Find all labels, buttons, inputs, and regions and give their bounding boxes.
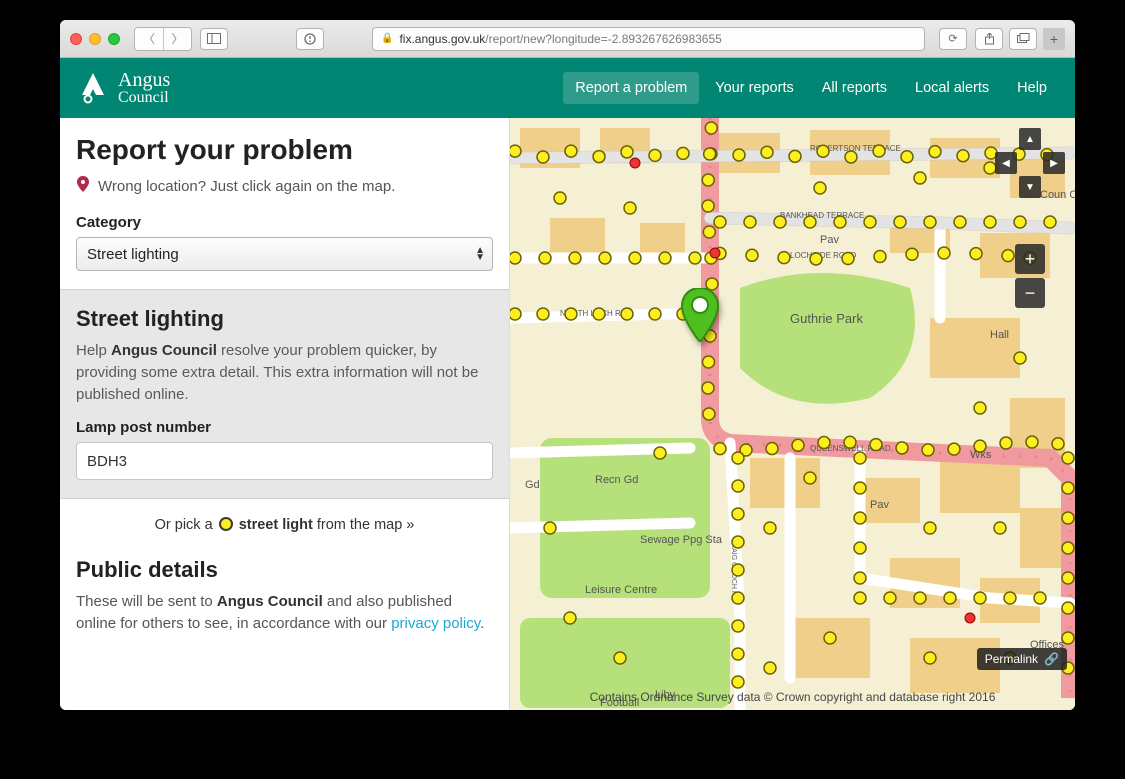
svg-text:Recn Gd: Recn Gd — [595, 474, 638, 486]
pin-icon — [76, 176, 90, 196]
svg-text:Leisure Centre: Leisure Centre — [585, 584, 657, 596]
back-forward-group: 〈 〉 — [134, 27, 192, 51]
share-button[interactable] — [975, 28, 1003, 50]
category-detail-heading: Street lighting — [76, 306, 493, 332]
url-host: fix.angus.gov.uk/report/new?longitude=-2… — [399, 32, 721, 46]
site-logo[interactable]: Angus Council — [76, 70, 170, 106]
category-detail-text: Help Angus Council resolve your problem … — [76, 340, 493, 405]
map-canvas: Guthrie Park Pav Pav Hall Wks Recn Gd Se… — [510, 58, 1075, 710]
pan-up-button[interactable]: ▲ — [1019, 128, 1041, 150]
nav-your-reports[interactable]: Your reports — [703, 72, 805, 104]
svg-text:BANKHEAD TERRACE: BANKHEAD TERRACE — [780, 211, 864, 220]
pick-from-map-hint: Or pick a street light from the map » — [76, 499, 493, 541]
streetlight-dot-icon — [219, 517, 233, 531]
svg-text:Gd: Gd — [525, 479, 540, 491]
map-controls: ▲ ▼ ◀ ▶ + − — [995, 128, 1065, 308]
main-nav: Report a problem Your reports All report… — [563, 72, 1059, 104]
site-header: Angus Council Report a problem Your repo… — [60, 58, 1075, 118]
category-detail-section: Street lighting Help Angus Council resol… — [60, 289, 509, 499]
browser-window: 〈 〉 🔒 fix.angus.gov.uk/report/new?longit… — [60, 20, 1075, 710]
reader-button[interactable] — [296, 28, 324, 50]
logo-icon — [76, 71, 110, 105]
svg-text:Guthrie Park: Guthrie Park — [790, 311, 863, 326]
lock-icon: 🔒 — [381, 33, 393, 44]
privacy-policy-link[interactable]: privacy policy — [391, 615, 480, 632]
page-title: Report your problem — [76, 134, 493, 166]
nav-report-problem[interactable]: Report a problem — [563, 72, 699, 104]
svg-text:Sewage Ppg Sta: Sewage Ppg Sta — [640, 534, 723, 546]
public-details-heading: Public details — [76, 557, 493, 583]
nav-help[interactable]: Help — [1005, 72, 1059, 104]
map-attribution: Contains Ordnance Survey data © Crown co… — [510, 690, 1075, 704]
zoom-out-button[interactable]: − — [1015, 278, 1045, 308]
page-content: Angus Council Report a problem Your repo… — [60, 58, 1075, 710]
maximize-window-button[interactable] — [108, 33, 120, 45]
back-button[interactable]: 〈 — [135, 28, 163, 50]
nav-local-alerts[interactable]: Local alerts — [903, 72, 1001, 104]
category-select[interactable]: Street lighting — [76, 237, 493, 271]
lamp-input[interactable] — [76, 442, 493, 480]
close-window-button[interactable] — [70, 33, 82, 45]
category-label: Category — [76, 214, 493, 231]
location-hint: Wrong location? Just click again on the … — [76, 176, 493, 196]
svg-text:Pav: Pav — [820, 234, 839, 246]
zoom-in-button[interactable]: + — [1015, 244, 1045, 274]
tabs-button[interactable] — [1009, 28, 1037, 50]
link-icon: 🔗 — [1044, 652, 1059, 666]
pan-left-button[interactable]: ◀ — [995, 152, 1017, 174]
sidebar-toggle-button[interactable] — [200, 28, 228, 50]
pan-cluster: ▲ ▼ ◀ ▶ — [995, 128, 1065, 198]
minimize-window-button[interactable] — [89, 33, 101, 45]
window-controls — [70, 33, 120, 45]
nav-all-reports[interactable]: All reports — [810, 72, 899, 104]
logo-text: Angus Council — [118, 70, 170, 106]
forward-button[interactable]: 〉 — [163, 28, 191, 50]
pan-down-button[interactable]: ▼ — [1019, 176, 1041, 198]
permalink-button[interactable]: Permalink 🔗 — [977, 648, 1067, 670]
browser-titlebar: 〈 〉 🔒 fix.angus.gov.uk/report/new?longit… — [60, 20, 1075, 58]
new-tab-button[interactable]: + — [1043, 28, 1065, 50]
location-pin[interactable] — [680, 288, 720, 347]
public-details-text: These will be sent to Angus Council and … — [76, 591, 493, 635]
report-form-panel: Report your problem Wrong location? Just… — [60, 58, 510, 710]
reload-button[interactable]: ⟳ — [939, 28, 967, 50]
map[interactable]: Guthrie Park Pav Pav Hall Wks Recn Gd Se… — [510, 58, 1075, 710]
svg-text:Hall: Hall — [990, 329, 1009, 341]
svg-text:Pav: Pav — [870, 499, 889, 511]
lamp-label: Lamp post number — [76, 419, 493, 436]
address-bar[interactable]: 🔒 fix.angus.gov.uk/report/new?longitude=… — [372, 27, 925, 51]
pan-right-button[interactable]: ▶ — [1043, 152, 1065, 174]
